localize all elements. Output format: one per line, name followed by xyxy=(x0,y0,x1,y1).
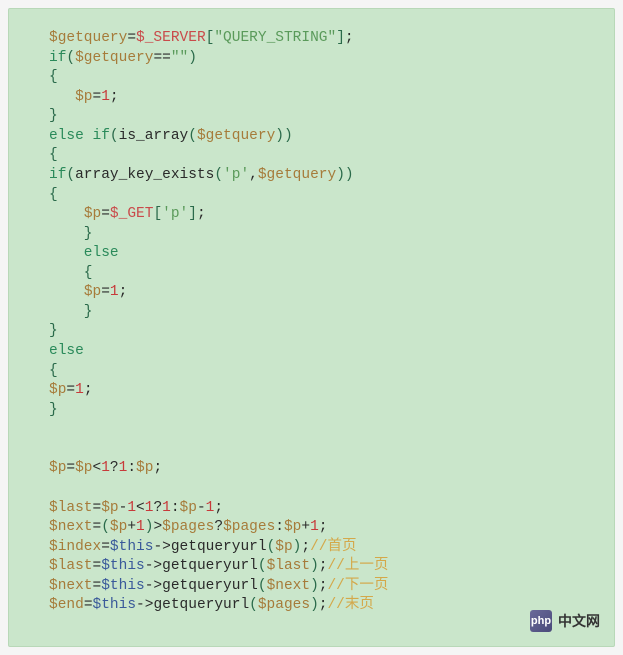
code-token: $getquery xyxy=(49,30,127,46)
watermark: php 中文网 xyxy=(530,610,600,632)
code-block: $getquery=$_SERVER["QUERY_STRING"]; if($… xyxy=(8,8,615,647)
php-code: $getquery=$_SERVER["QUERY_STRING"]; if($… xyxy=(49,29,574,616)
watermark-text: 中文网 xyxy=(558,612,600,631)
php-logo-icon: php xyxy=(530,610,552,632)
